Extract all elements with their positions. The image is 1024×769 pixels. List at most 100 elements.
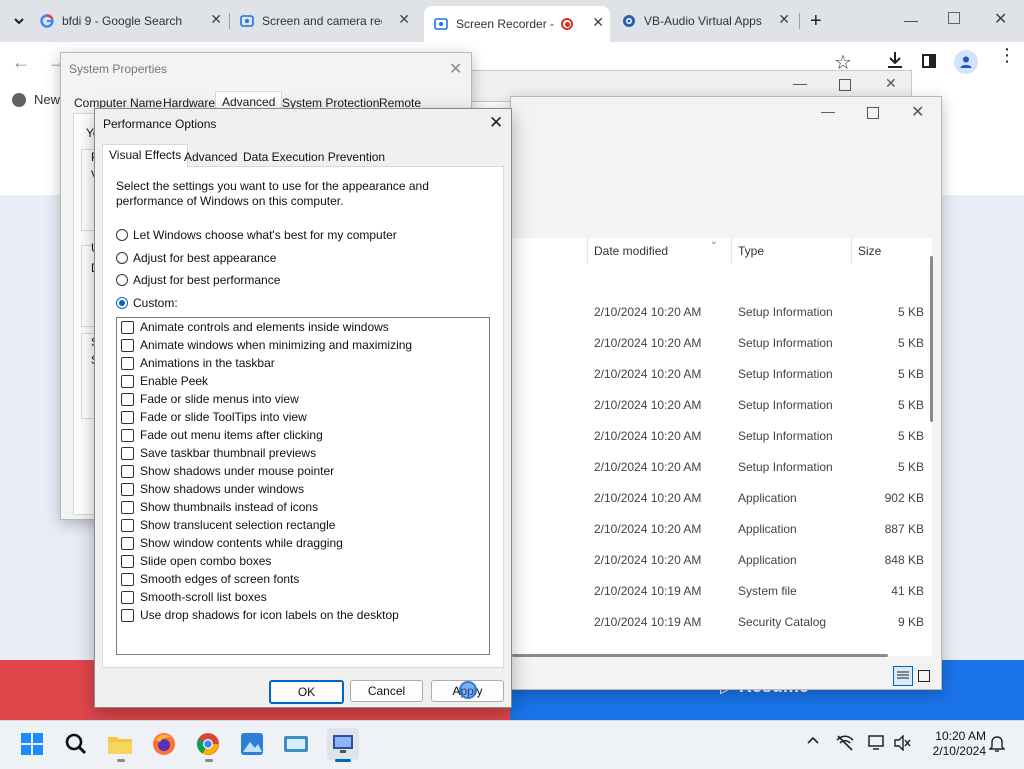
file-row[interactable]: 2/10/2024 10:20 AM Setup Information 5 KB: [594, 336, 930, 356]
file-row[interactable]: 2/10/2024 10:20 AM Setup Information 5 KB: [594, 460, 930, 480]
keyboard-app-icon[interactable]: [283, 731, 309, 757]
browser-tab-google-search[interactable]: bfdi 9 - Google Search ✕: [40, 8, 228, 34]
close-icon[interactable]: ✕: [778, 11, 790, 28]
profile-avatar[interactable]: [954, 50, 978, 74]
effect-checkbox[interactable]: Animations in the taskbar: [121, 354, 275, 372]
display-icon[interactable]: [868, 735, 886, 754]
firefox-icon[interactable]: [151, 731, 177, 757]
file-row[interactable]: 2/10/2024 10:19 AM System file 41 KB: [594, 584, 930, 604]
notification-bell-icon[interactable]: [988, 735, 1006, 756]
chevron-down-icon: [14, 18, 24, 25]
column-divider[interactable]: [731, 238, 732, 264]
details-view-button[interactable]: [893, 666, 913, 686]
tab-advanced[interactable]: Advanced: [178, 147, 243, 167]
effect-checkbox[interactable]: Fade or slide menus into view: [121, 390, 299, 408]
file-row[interactable]: 2/10/2024 10:19 AM Security Catalog 9 KB: [594, 615, 930, 635]
column-divider[interactable]: [851, 238, 852, 264]
file-row[interactable]: 2/10/2024 10:20 AM Setup Information 5 KB: [594, 398, 930, 418]
start-icon[interactable]: [19, 731, 45, 757]
tab-search-dropdown-button[interactable]: [8, 10, 30, 32]
file-size: 41 KB: [891, 584, 924, 598]
effect-checkbox[interactable]: Show window contents while dragging: [121, 534, 343, 552]
effect-checkbox[interactable]: Fade out menu items after clicking: [121, 426, 323, 444]
browser-tab-vb-audio[interactable]: VB-Audio Virtual Apps ✕: [618, 8, 796, 34]
file-row[interactable]: 2/10/2024 10:20 AM Application 848 KB: [594, 553, 930, 573]
effect-checkbox[interactable]: Show translucent selection rectangle: [121, 516, 335, 534]
person-icon: [960, 56, 972, 68]
close-icon[interactable]: ✕: [592, 14, 604, 31]
minimize-button[interactable]: —: [821, 103, 835, 119]
file-explorer-icon[interactable]: [107, 731, 133, 757]
effect-checkbox[interactable]: Enable Peek: [121, 372, 208, 390]
column-header-size[interactable]: Size: [858, 244, 881, 258]
minimize-button[interactable]: —: [904, 12, 918, 28]
new-tab-button[interactable]: +: [810, 10, 822, 33]
more-menu-icon[interactable]: ⋮: [998, 46, 1016, 64]
effect-checkbox[interactable]: Show shadows under windows: [121, 480, 304, 498]
radio-let-windows-choose[interactable]: Let Windows choose what's best for my co…: [116, 228, 397, 242]
file-row[interactable]: 2/10/2024 10:20 AM Setup Information 5 KB: [594, 305, 930, 325]
horizontal-scrollbar[interactable]: [512, 654, 888, 657]
tab-title: Screen and camera rec: [262, 14, 382, 28]
file-row[interactable]: 2/10/2024 10:20 AM Application 887 KB: [594, 522, 930, 542]
checkbox-label: Show thumbnails instead of icons: [140, 500, 319, 514]
clock[interactable]: 10:20 AM 2/10/2024: [920, 729, 986, 759]
chrome-icon[interactable]: [195, 731, 221, 757]
checkbox-box: [121, 428, 134, 442]
close-icon[interactable]: ✕: [210, 11, 222, 28]
side-panel-icon[interactable]: [922, 54, 936, 68]
bookmark-item[interactable]: New: [12, 92, 60, 107]
maximize-button[interactable]: [839, 79, 851, 91]
close-window-button[interactable]: ✕: [885, 75, 897, 92]
cancel-button[interactable]: Cancel: [350, 680, 423, 702]
vertical-scrollbar[interactable]: [930, 256, 933, 422]
file-row[interactable]: 2/10/2024 10:20 AM Setup Information 5 KB: [594, 367, 930, 387]
large-icons-view-button[interactable]: [918, 670, 930, 682]
maximize-button[interactable]: [867, 107, 879, 119]
file-date: 2/10/2024 10:20 AM: [594, 367, 702, 381]
effect-checkbox[interactable]: Animate windows when minimizing and maxi…: [121, 336, 412, 354]
search-icon[interactable]: [63, 731, 89, 757]
effect-checkbox[interactable]: Smooth edges of screen fonts: [121, 570, 299, 588]
show-hidden-icons-chevron-icon[interactable]: [806, 734, 820, 748]
radio-custom[interactable]: Custom:: [116, 296, 178, 310]
close-window-button[interactable]: ✕: [911, 102, 924, 122]
column-divider[interactable]: [587, 238, 588, 264]
radio-best-performance[interactable]: Adjust for best performance: [116, 273, 280, 287]
sort-chevron-icon: ⌄: [710, 236, 718, 246]
tab-separator: [229, 13, 230, 29]
volume-muted-icon[interactable]: [894, 734, 912, 754]
minimize-button[interactable]: —: [793, 75, 807, 91]
file-size: 5 KB: [897, 429, 924, 443]
effect-checkbox[interactable]: Animate controls and elements inside win…: [121, 318, 389, 336]
browser-tab-screen-recorder[interactable]: Screen Recorder - ✕: [424, 6, 610, 42]
close-icon[interactable]: ✕: [398, 11, 410, 28]
effect-checkbox[interactable]: Smooth-scroll list boxes: [121, 588, 267, 606]
effect-checkbox[interactable]: Save taskbar thumbnail previews: [121, 444, 316, 462]
effect-checkbox[interactable]: Slide open combo boxes: [121, 552, 271, 570]
back-button[interactable]: ←: [12, 52, 30, 73]
browser-tab-screen-camera[interactable]: Screen and camera rec ✕: [240, 8, 416, 34]
network-disconnected-icon[interactable]: [836, 735, 854, 754]
restore-button[interactable]: [948, 12, 960, 24]
close-window-button[interactable]: ✕: [449, 59, 462, 79]
checkbox-label: Smooth-scroll list boxes: [140, 590, 267, 604]
column-header-type[interactable]: Type: [738, 244, 764, 258]
effect-checkbox[interactable]: Show thumbnails instead of icons: [121, 498, 318, 516]
file-type: Setup Information: [738, 429, 833, 443]
tab-visual-effects[interactable]: Visual Effects: [102, 144, 189, 168]
effect-checkbox[interactable]: Fade or slide ToolTips into view: [121, 408, 307, 426]
close-window-button[interactable]: ✕: [994, 9, 1007, 29]
tab-data-execution-prevention[interactable]: Data Execution Prevention: [237, 147, 391, 167]
column-header-date[interactable]: Date modified: [594, 244, 668, 258]
radio-best-appearance[interactable]: Adjust for best appearance: [116, 251, 276, 265]
close-window-button[interactable]: ✕: [489, 113, 503, 133]
photos-icon[interactable]: [239, 731, 265, 757]
file-row[interactable]: 2/10/2024 10:20 AM Application 902 KB: [594, 491, 930, 511]
ok-button[interactable]: OK: [269, 680, 344, 704]
dialog-title: Performance Options: [103, 117, 217, 131]
file-row[interactable]: 2/10/2024 10:20 AM Setup Information 5 KB: [594, 429, 930, 449]
remote-desktop-icon[interactable]: [327, 728, 359, 760]
effect-checkbox[interactable]: Use drop shadows for icon labels on the …: [121, 606, 399, 624]
effect-checkbox[interactable]: Show shadows under mouse pointer: [121, 462, 334, 480]
